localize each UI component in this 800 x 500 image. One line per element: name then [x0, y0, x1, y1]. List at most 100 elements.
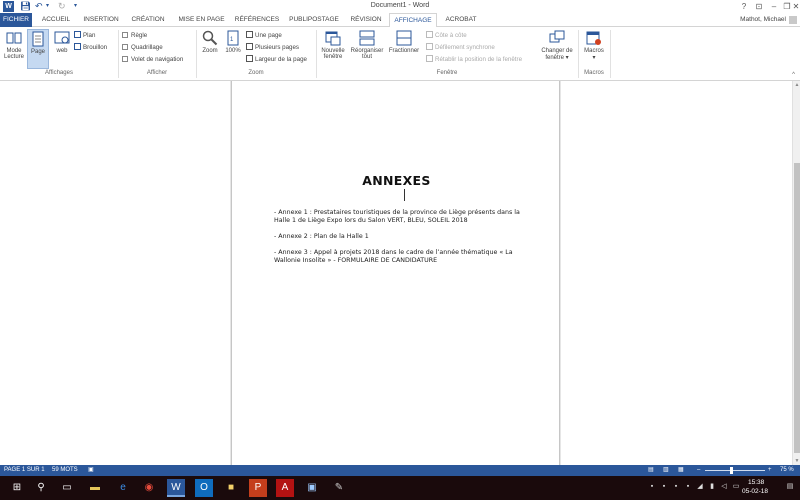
fractionner-button[interactable]: Fractionner	[386, 29, 422, 69]
remote-desktop-icon[interactable]: ▣	[303, 479, 321, 497]
cote-a-cote-button[interactable]: Côte à côte	[426, 31, 467, 41]
task-view-icon[interactable]: ▭	[58, 479, 76, 497]
tab-mise-en-page[interactable]: MISE EN PAGE	[174, 13, 229, 27]
clock-date[interactable]: 05-02-18	[742, 488, 768, 495]
quadrillage-check	[122, 44, 128, 50]
clock-time[interactable]: 15:38	[748, 479, 764, 486]
tab-accueil[interactable]: ACCUEIL	[36, 13, 76, 27]
powerpoint-app-icon[interactable]: P	[249, 479, 267, 497]
brouillon-button[interactable]: Brouillon	[74, 43, 107, 53]
page-count[interactable]: PAGE 1 SUR 1	[4, 465, 45, 476]
tab-revision[interactable]: RÉVISION	[347, 13, 385, 27]
tray-icon-1[interactable]: ▪	[648, 483, 656, 491]
retablir-position-button[interactable]: Rétablir la position de la fenêtre	[426, 55, 522, 65]
volume-icon[interactable]: ◁	[720, 483, 728, 491]
macros-button[interactable]: Macros ▾	[581, 29, 607, 69]
zoom-100-button[interactable]: 1 100%	[222, 29, 244, 69]
web-view-button[interactable]: web	[51, 29, 73, 69]
zoom-button[interactable]: Zoom	[199, 29, 221, 69]
print-layout-status-icon[interactable]: ▥	[663, 465, 669, 476]
help-button[interactable]: ?	[738, 1, 750, 12]
tray-icon-2[interactable]: ▪	[660, 483, 668, 491]
edge-browser-icon[interactable]: e	[114, 479, 132, 497]
web-layout-status-icon[interactable]: ▦	[678, 465, 684, 476]
proofing-icon[interactable]: ▣	[88, 465, 94, 476]
document-page[interactable]: ANNEXES - Annexe 1 : Prestataires touris…	[231, 81, 560, 465]
title-bar: W 💾︎ ↶ ▾ ↻ ▾ Document1 - Word ? ⊡ – ❐ ✕	[0, 0, 800, 13]
close-button[interactable]: ✕	[792, 1, 800, 12]
paint-app-icon[interactable]: ✎	[330, 479, 348, 497]
reorganiser-tout-button[interactable]: Réorganiser tout	[349, 29, 385, 69]
plusieurs-pages-button[interactable]: Plusieurs pages	[246, 43, 299, 53]
defilement-label: Défilement synchrone	[435, 44, 495, 51]
document-heading: ANNEXES	[362, 173, 431, 188]
notifications-icon[interactable]: ▤	[786, 483, 794, 491]
battery-icon[interactable]: ▮	[708, 483, 716, 491]
scrollbar-thumb[interactable]	[794, 163, 800, 453]
acrobat-app-icon[interactable]: A	[276, 479, 294, 497]
mode-lecture-button[interactable]: Mode Lecture	[2, 29, 26, 69]
zoom-slider-thumb[interactable]	[730, 467, 733, 474]
tab-creation[interactable]: CRÉATION	[127, 13, 169, 27]
volet-navigation-checkbox[interactable]: Volet de navigation	[122, 55, 183, 65]
group-label-afficher: Afficher	[146, 70, 168, 76]
group-label-macros: Macros	[584, 70, 604, 76]
defilement-synchrone-button[interactable]: Défilement synchrone	[426, 43, 495, 53]
tray-icon-4[interactable]: ▪	[684, 483, 692, 491]
ribbon-tabs: FICHIER ACCUEIL INSERTION CRÉATION MISE …	[0, 13, 800, 28]
user-name[interactable]: Mathot, Michael	[740, 16, 786, 23]
zoom-slider[interactable]	[705, 470, 765, 471]
zoom-100-label: 100%	[225, 48, 241, 54]
ribbon-display-options-button[interactable]: ⊡	[753, 1, 765, 12]
restore-button[interactable]: ❐	[782, 1, 792, 12]
user-avatar[interactable]	[789, 16, 797, 24]
scroll-down-icon[interactable]: ▼	[793, 458, 800, 464]
read-mode-status-icon[interactable]: ▤	[648, 465, 654, 476]
largeur-page-button[interactable]: Largeur de la page	[246, 55, 307, 65]
minimize-button[interactable]: –	[768, 1, 780, 12]
document-workspace: ANNEXES - Annexe 1 : Prestataires touris…	[0, 81, 800, 465]
annex-item-3: - Annexe 3 : Appel à projets 2018 dans l…	[274, 249, 513, 264]
zoom-out-button[interactable]: –	[697, 465, 700, 476]
page-view-button[interactable]: Page	[27, 29, 49, 69]
tab-insertion[interactable]: INSERTION	[80, 13, 122, 27]
changer-fenetre-button[interactable]: Changer de fenêtre ▾	[538, 29, 576, 69]
group-label-fenetre: Fenêtre	[436, 70, 458, 76]
outlook-app-icon[interactable]: O	[195, 479, 213, 497]
macros-label-2: ▾	[592, 55, 596, 61]
plan-button[interactable]: Plan	[74, 31, 95, 41]
quadrillage-checkbox[interactable]: Quadrillage	[122, 43, 163, 53]
zoom-in-button[interactable]: +	[768, 465, 772, 476]
tab-acrobat[interactable]: ACROBAT	[441, 13, 481, 27]
page-layout-icon	[32, 31, 44, 47]
search-icon[interactable]: ⚲	[32, 479, 50, 497]
tab-affichage[interactable]: AFFICHAGE	[389, 13, 437, 28]
reset-window-icon	[426, 55, 433, 62]
tab-fichier[interactable]: FICHIER	[0, 13, 32, 27]
keyboard-icon[interactable]: ▭	[732, 483, 740, 491]
workspace-margin-left	[0, 81, 230, 465]
plusieurs-pages-label: Plusieurs pages	[255, 44, 300, 51]
scroll-up-icon[interactable]: ▲	[793, 82, 800, 88]
une-page-button[interactable]: Une page	[246, 31, 282, 41]
volet-check	[122, 56, 128, 62]
word-app-icon[interactable]: W	[167, 479, 185, 497]
new-window-icon	[325, 31, 341, 46]
workspace-margin-right	[561, 81, 792, 465]
start-windows-icon[interactable]: ⊞	[8, 479, 26, 497]
word-count[interactable]: 59 MOTS	[52, 465, 78, 476]
tray-icon-3[interactable]: ▪	[672, 483, 680, 491]
tab-references[interactable]: RÉFÉRENCES	[233, 13, 281, 27]
nouvelle-fenetre-button[interactable]: Nouvelle fenêtre	[318, 29, 348, 69]
tab-publipostage[interactable]: PUBLIPOSTAGE	[285, 13, 343, 27]
vertical-scrollbar[interactable]: ▲ ▼	[792, 81, 800, 465]
largeur-label: Largeur de la page	[255, 56, 307, 63]
sticky-notes-icon[interactable]: ■	[222, 479, 240, 497]
collapse-ribbon-button[interactable]: ^	[792, 72, 795, 78]
chrome-browser-icon[interactable]: ◉	[140, 479, 158, 497]
file-explorer-icon[interactable]: ▬	[86, 479, 104, 497]
network-icon[interactable]: ◢	[696, 483, 704, 491]
regle-checkbox[interactable]: Règle	[122, 31, 147, 41]
zoom-level[interactable]: 75 %	[780, 465, 794, 476]
cote-label: Côte à côte	[435, 32, 467, 39]
